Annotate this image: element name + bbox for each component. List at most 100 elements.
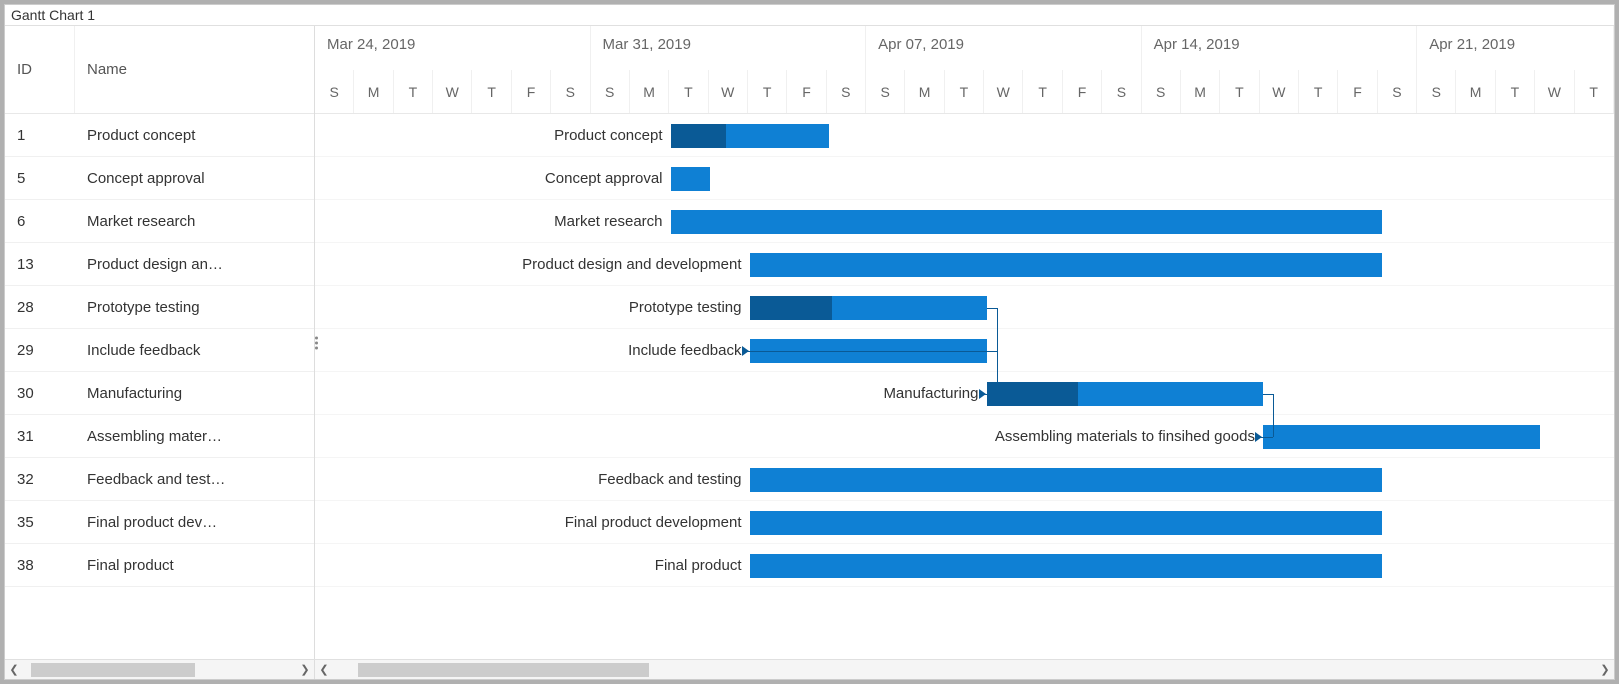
task-name-cell: Prototype testing <box>75 299 314 316</box>
week-header-cell: Mar 24, 2019 <box>315 26 591 70</box>
day-header-cell: T <box>748 70 787 113</box>
day-header-cell: M <box>630 70 669 113</box>
task-row[interactable]: 32Feedback and test… <box>5 458 314 501</box>
task-row[interactable]: 31Assembling mater… <box>5 415 314 458</box>
task-bar[interactable] <box>750 468 1382 492</box>
connector-arrow-icon <box>979 389 986 399</box>
day-header-cell: W <box>1535 70 1574 113</box>
task-bar[interactable] <box>987 382 1264 406</box>
panel-title: Gantt Chart 1 <box>5 5 1614 26</box>
scrollbar-right-button[interactable]: ❯ <box>1596 661 1614 679</box>
column-header-name[interactable]: Name <box>75 26 314 113</box>
chart-row: Feedback and testing <box>315 458 1614 501</box>
day-header-cell: S <box>827 70 866 113</box>
task-name-cell: Feedback and test… <box>75 471 314 488</box>
task-bar-wrapper[interactable]: Concept approval <box>671 157 711 200</box>
task-bar[interactable] <box>750 253 1382 277</box>
scrollbar-thumb[interactable] <box>31 663 195 677</box>
task-grid: ID Name 1Product concept5Concept approva… <box>5 26 315 659</box>
task-name-cell: Product concept <box>75 127 314 144</box>
chart-row: Prototype testing <box>315 286 1614 329</box>
chart-body[interactable]: Product conceptConcept approvalMarket re… <box>315 114 1614 659</box>
task-bar[interactable] <box>750 511 1382 535</box>
scrollbar-left-button[interactable]: ❮ <box>5 661 23 679</box>
task-bar[interactable] <box>671 210 1382 234</box>
task-bar-label: Include feedback <box>628 342 749 359</box>
task-row[interactable]: 28Prototype testing <box>5 286 314 329</box>
day-header-cell: T <box>669 70 708 113</box>
task-bar-label: Product design and development <box>522 256 749 273</box>
task-name-cell: Include feedback <box>75 342 314 359</box>
scrollbar-left-button[interactable]: ❮ <box>315 661 333 679</box>
day-header-cell: M <box>1456 70 1495 113</box>
task-bar-wrapper[interactable]: Prototype testing <box>750 286 987 329</box>
task-bar-wrapper[interactable]: Product concept <box>671 114 829 157</box>
scrollbar-track[interactable] <box>333 663 1596 677</box>
scrollbar-thumb[interactable] <box>358 663 648 677</box>
connector-line <box>997 351 998 394</box>
day-header-cell: T <box>1299 70 1338 113</box>
day-header-cell: S <box>1378 70 1417 113</box>
task-bar-wrapper[interactable]: Market research <box>671 200 1382 243</box>
task-bar[interactable] <box>671 124 829 148</box>
connector-line <box>1263 394 1273 395</box>
scrollbar-right-button[interactable]: ❯ <box>296 661 314 679</box>
task-bar[interactable] <box>671 167 711 191</box>
gantt-chart: Gantt Chart 1 ID Name 1Product concept5C… <box>4 4 1615 680</box>
task-row[interactable]: 30Manufacturing <box>5 372 314 415</box>
chart-row: Product concept <box>315 114 1614 157</box>
connector-arrow-icon <box>1255 432 1262 442</box>
column-header-id[interactable]: ID <box>5 26 75 113</box>
task-bar-wrapper[interactable]: Product design and development <box>750 243 1382 286</box>
splitter-handle[interactable] <box>315 336 318 349</box>
task-id-cell: 30 <box>5 385 75 402</box>
connector-line <box>987 308 997 309</box>
task-id-cell: 28 <box>5 299 75 316</box>
task-bar-label: Market research <box>554 213 670 230</box>
chart-row: Final product development <box>315 501 1614 544</box>
task-row[interactable]: 5Concept approval <box>5 157 314 200</box>
week-header-cell: Apr 21, 2019 <box>1417 26 1614 70</box>
chart-row: Market research <box>315 200 1614 243</box>
task-bar-wrapper[interactable]: Final product development <box>750 501 1382 544</box>
grid-horizontal-scrollbar[interactable]: ❮ ❯ <box>5 660 315 679</box>
task-bar-label: Final product <box>655 557 750 574</box>
task-row[interactable]: 1Product concept <box>5 114 314 157</box>
timeline-horizontal-scrollbar[interactable]: ❮ ❯ <box>315 660 1614 679</box>
task-row[interactable]: 13Product design an… <box>5 243 314 286</box>
task-bar-wrapper[interactable]: Manufacturing <box>987 372 1264 415</box>
task-bar[interactable] <box>750 554 1382 578</box>
day-header-cell: M <box>354 70 393 113</box>
task-bar-wrapper[interactable]: Assembling materials to finsihed goods <box>1263 415 1540 458</box>
week-header-cell: Mar 31, 2019 <box>591 26 867 70</box>
task-bar-wrapper[interactable]: Final product <box>750 544 1382 587</box>
task-progress <box>987 382 1078 406</box>
day-header-cell: T <box>1496 70 1535 113</box>
connector-arrow-icon <box>742 346 749 356</box>
task-progress <box>671 124 726 148</box>
chart-row: Product design and development <box>315 243 1614 286</box>
day-header-cell: W <box>1260 70 1299 113</box>
task-bar[interactable] <box>1263 425 1540 449</box>
day-header-cell: W <box>709 70 748 113</box>
task-id-cell: 38 <box>5 557 75 574</box>
day-header-cell: T <box>394 70 433 113</box>
scrollbar-track[interactable] <box>23 663 296 677</box>
task-bar-wrapper[interactable]: Feedback and testing <box>750 458 1382 501</box>
task-name-cell: Product design an… <box>75 256 314 273</box>
task-row[interactable]: 38Final product <box>5 544 314 587</box>
task-bar-label: Concept approval <box>545 170 671 187</box>
task-id-cell: 13 <box>5 256 75 273</box>
task-row[interactable]: 35Final product dev… <box>5 501 314 544</box>
task-bar-label: Final product development <box>565 514 750 531</box>
chart-row: Manufacturing <box>315 372 1614 415</box>
day-header-cell: F <box>1063 70 1102 113</box>
task-row[interactable]: 29Include feedback <box>5 329 314 372</box>
task-bar-label: Product concept <box>554 127 670 144</box>
day-header-cell: F <box>512 70 551 113</box>
chart-row: Final product <box>315 544 1614 587</box>
task-bar[interactable] <box>750 296 987 320</box>
connector-line <box>1273 394 1274 437</box>
task-row[interactable]: 6Market research <box>5 200 314 243</box>
task-id-cell: 35 <box>5 514 75 531</box>
